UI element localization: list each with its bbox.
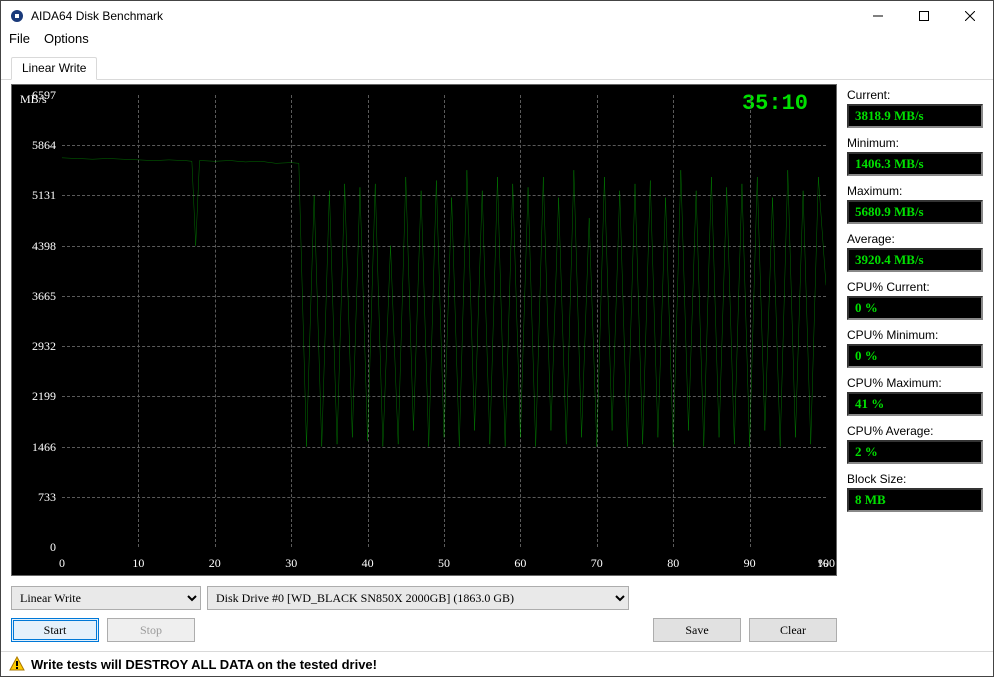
x-tick: 30 [285,557,297,569]
minimize-button[interactable] [855,1,901,31]
x-tick: 80 [667,557,679,569]
minimum-label: Minimum: [847,136,983,150]
cpu-maximum-label: CPU% Maximum: [847,376,983,390]
content: MB/s 35:10 65975864513143983665293221991… [1,80,993,651]
cpu-minimum-value: 0 % [847,344,983,368]
app-icon [9,8,25,24]
cpu-current-label: CPU% Current: [847,280,983,294]
cpu-current-value: 0 % [847,296,983,320]
warning-text: Write tests will DESTROY ALL DATA on the… [31,657,377,672]
y-tick: 2932 [16,340,56,352]
x-tick: 60 [514,557,526,569]
block-size-value: 8 MB [847,488,983,512]
minimum-value: 1406.3 MB/s [847,152,983,176]
maximize-button[interactable] [901,1,947,31]
y-tick: 0 [16,541,56,553]
y-tick: 3665 [16,290,56,302]
average-label: Average: [847,232,983,246]
chart-line [62,95,826,547]
save-button[interactable]: Save [653,618,741,642]
maximum-value: 5680.9 MB/s [847,200,983,224]
cpu-maximum-value: 41 % [847,392,983,416]
y-tick: 5864 [16,139,56,151]
maximum-label: Maximum: [847,184,983,198]
warning-icon [9,656,25,672]
block-size-label: Block Size: [847,472,983,486]
x-tick: 0 [59,557,65,569]
cpu-minimum-label: CPU% Minimum: [847,328,983,342]
y-tick: 4398 [16,240,56,252]
statusbar: Write tests will DESTROY ALL DATA on the… [1,651,993,676]
controls-row: Linear Write Disk Drive #0 [WD_BLACK SN8… [11,586,837,610]
current-value: 3818.9 MB/s [847,104,983,128]
y-tick: 2199 [16,390,56,402]
menu-options[interactable]: Options [44,31,89,51]
x-tick: 10 [132,557,144,569]
test-mode-select[interactable]: Linear Write [11,586,201,610]
x-axis-unit: % [818,557,828,569]
cpu-average-label: CPU% Average: [847,424,983,438]
drive-select[interactable]: Disk Drive #0 [WD_BLACK SN850X 2000GB] (… [207,586,629,610]
y-tick: 1466 [16,441,56,453]
x-tick: 50 [438,557,450,569]
menu-file[interactable]: File [9,31,30,51]
x-tick: 90 [744,557,756,569]
x-tick: 40 [362,557,374,569]
window-title: AIDA64 Disk Benchmark [31,9,855,23]
y-tick: 6597 [16,89,56,101]
x-tick: 70 [591,557,603,569]
tab-linear-write[interactable]: Linear Write [11,57,97,80]
close-button[interactable] [947,1,993,31]
stats-panel: Current:3818.9 MB/s Minimum:1406.3 MB/s … [847,84,983,651]
button-row: Start Stop Save Clear [11,618,837,642]
y-tick: 5131 [16,189,56,201]
app-window: AIDA64 Disk Benchmark File Options Linea… [0,0,994,677]
menubar: File Options [1,31,993,55]
left-column: MB/s 35:10 65975864513143983665293221991… [11,84,837,651]
x-tick: 20 [209,557,221,569]
cpu-average-value: 2 % [847,440,983,464]
stop-button[interactable]: Stop [107,618,195,642]
y-tick: 733 [16,491,56,503]
start-button[interactable]: Start [11,618,99,642]
tabstrip: Linear Write [1,55,993,80]
clear-button[interactable]: Clear [749,618,837,642]
titlebar: AIDA64 Disk Benchmark [1,1,993,31]
average-value: 3920.4 MB/s [847,248,983,272]
current-label: Current: [847,88,983,102]
chart: MB/s 35:10 65975864513143983665293221991… [11,84,837,576]
